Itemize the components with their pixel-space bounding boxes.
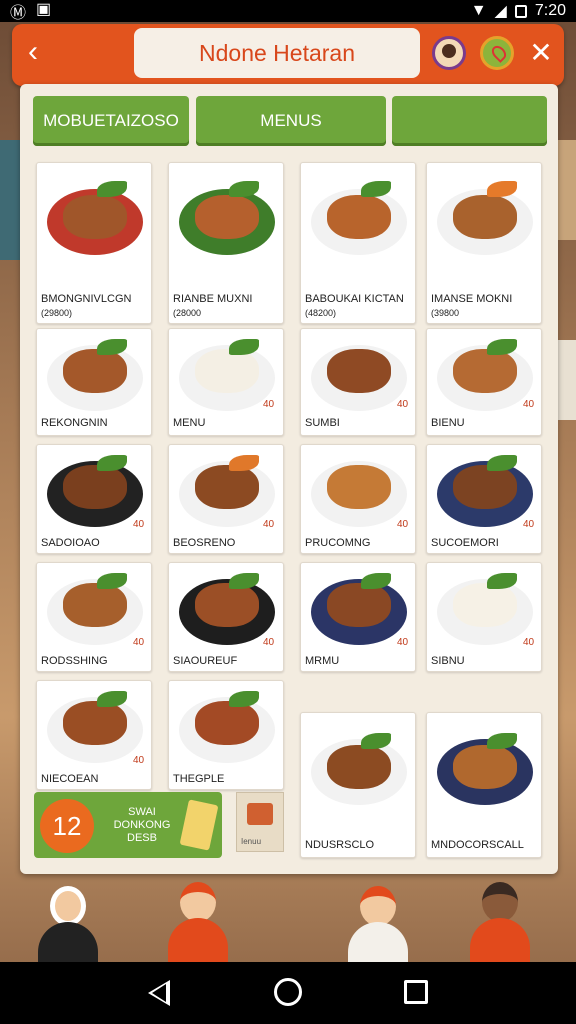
menu-card[interactable]: BABOUKAI KICTAN (48200) <box>300 162 416 324</box>
dish-price: 40 <box>397 637 409 648</box>
location-icon[interactable] <box>480 36 514 70</box>
dish-name: REKONGNIN <box>41 417 108 429</box>
promo-text: SWAI DONKONG DESB <box>113 806 171 844</box>
dish-code: (48200) <box>305 308 337 318</box>
dish-price: 40 <box>133 755 145 766</box>
menu-card[interactable]: 40 NIECOEAN <box>36 680 152 790</box>
dish-image <box>173 167 281 267</box>
dish-name: RODSSHING <box>41 655 108 667</box>
dish-name: MENU <box>173 417 206 429</box>
dish-name: THEGPLE <box>173 773 225 785</box>
navigation-bar <box>0 962 576 1024</box>
dish-name: PRUCOMNG <box>305 537 371 549</box>
staff-illustration <box>348 886 408 966</box>
app-header: ‹ Ndone Hetaran ✕ <box>12 24 564 86</box>
dish-image <box>173 685 281 769</box>
dish-name: SIAOUREUF <box>173 655 238 667</box>
menu-card[interactable]: BMONGNIVLCGN (29800) <box>36 162 152 324</box>
close-icon[interactable]: ✕ <box>524 36 558 70</box>
dish-price: 40 <box>523 519 535 530</box>
promo-banner[interactable]: 12 SWAI DONKONG DESB <box>34 792 222 858</box>
nav-home-icon[interactable] <box>274 978 302 1006</box>
wifi-icon: ▼ <box>470 2 487 19</box>
menu-card[interactable]: 40 SUMBI <box>300 328 416 436</box>
dish-price: 40 <box>263 399 275 410</box>
background-decor <box>558 340 576 420</box>
menu-card[interactable]: 40 RODSSHING <box>36 562 152 672</box>
menu-card[interactable]: 40 SIBNU <box>426 562 542 672</box>
battery-icon <box>514 4 527 18</box>
dish-price: 40 <box>263 519 275 530</box>
dish-image <box>41 333 149 413</box>
image-icon: ▣ <box>36 1 52 18</box>
dish-name: RIANBE MUXNI <box>173 293 253 305</box>
dish-name: SIBNU <box>431 655 465 667</box>
dish-name: BIENU <box>431 417 465 429</box>
menu-card[interactable]: THEGPLE <box>168 680 284 790</box>
dish-image <box>431 717 539 827</box>
dish-price: 40 <box>523 637 535 648</box>
back-arrow-icon[interactable]: ‹ <box>28 37 58 68</box>
dish-name: BABOUKAI KICTAN <box>305 293 404 305</box>
menu-card[interactable]: 40 SADOIOAO <box>36 444 152 554</box>
dish-name: SADOIOAO <box>41 537 100 549</box>
nav-recents-icon[interactable] <box>404 980 428 1004</box>
cheese-icon <box>179 799 219 851</box>
dish-code: (39800 <box>431 308 460 318</box>
signal-icon: ◢ <box>494 3 507 20</box>
nav-back-icon[interactable] <box>148 980 170 1006</box>
small-menu-card[interactable]: Ienuu <box>236 792 284 852</box>
dish-name: NDUSRSCLO <box>305 839 375 851</box>
menu-card[interactable]: RIANBE MUXNI (28000 <box>168 162 284 324</box>
promo-badge: 12 <box>40 799 94 853</box>
menu-card[interactable]: 40 SIAOUREUF <box>168 562 284 672</box>
menu-card[interactable]: IMANSE MOKNI (39800 <box>426 162 542 324</box>
tab-mobuetaizoso[interactable]: MOBUETAIZOSO <box>33 96 189 146</box>
menu-panel: MOBUETAIZOSO MENUS BMONGNIVLCGN (29800) … <box>20 84 558 874</box>
menu-card[interactable]: 40 BIENU <box>426 328 542 436</box>
dish-name: BMONGNIVLCGN <box>41 293 132 305</box>
page-title: Ndone Hetaran <box>134 28 420 78</box>
dish-code: (28000 <box>173 308 202 318</box>
dish-price: 40 <box>133 519 145 530</box>
menu-card[interactable]: REKONGNIN <box>36 328 152 436</box>
dish-image <box>431 167 539 267</box>
dish-name: NIECOEAN <box>41 773 99 785</box>
dish-code: (29800) <box>41 308 73 318</box>
dish-name: BEOSRENO <box>173 537 236 549</box>
menu-card[interactable]: 40 MRMU <box>300 562 416 672</box>
dish-name: IMANSE MOKNI <box>431 293 513 305</box>
menu-card[interactable]: 40 SUCOEMORI <box>426 444 542 554</box>
avatar[interactable] <box>432 36 466 70</box>
tab-extra[interactable] <box>392 96 547 146</box>
dish-name: SUMBI <box>305 417 340 429</box>
staff-illustration <box>38 886 98 966</box>
background-decor <box>0 140 20 260</box>
dish-image <box>305 717 413 827</box>
dish-price: 40 <box>523 399 535 410</box>
staff-illustration <box>470 882 530 962</box>
background-decor <box>558 140 576 240</box>
menu-card[interactable]: 40 BEOSRENO <box>168 444 284 554</box>
status-bar: Ⓜ ▣ ▼ ◢ 7:20 <box>0 0 576 22</box>
dish-name: SUCOEMORI <box>431 537 499 549</box>
staff-illustration <box>168 882 228 962</box>
dish-name: MNDOCORSCALL <box>431 839 524 851</box>
dish-image <box>305 167 413 267</box>
tab-menus[interactable]: MENUS <box>196 96 386 146</box>
menu-card[interactable]: 40 MENU <box>168 328 284 436</box>
dish-price: 40 <box>133 637 145 648</box>
menu-card[interactable]: NDUSRSCLO <box>300 712 416 858</box>
food-thumbnail-icon <box>247 803 273 825</box>
menu-card[interactable]: MNDOCORSCALL <box>426 712 542 858</box>
menu-card[interactable]: 40 PRUCOMNG <box>300 444 416 554</box>
dish-name: MRMU <box>305 655 340 667</box>
m-icon: Ⓜ <box>10 5 27 22</box>
dish-image <box>41 167 149 267</box>
dish-price: 40 <box>263 637 275 648</box>
clock: 7:20 <box>534 2 566 19</box>
small-card-caption: Ienuu <box>241 837 262 846</box>
dish-price: 40 <box>397 519 409 530</box>
dish-price: 40 <box>397 399 409 410</box>
